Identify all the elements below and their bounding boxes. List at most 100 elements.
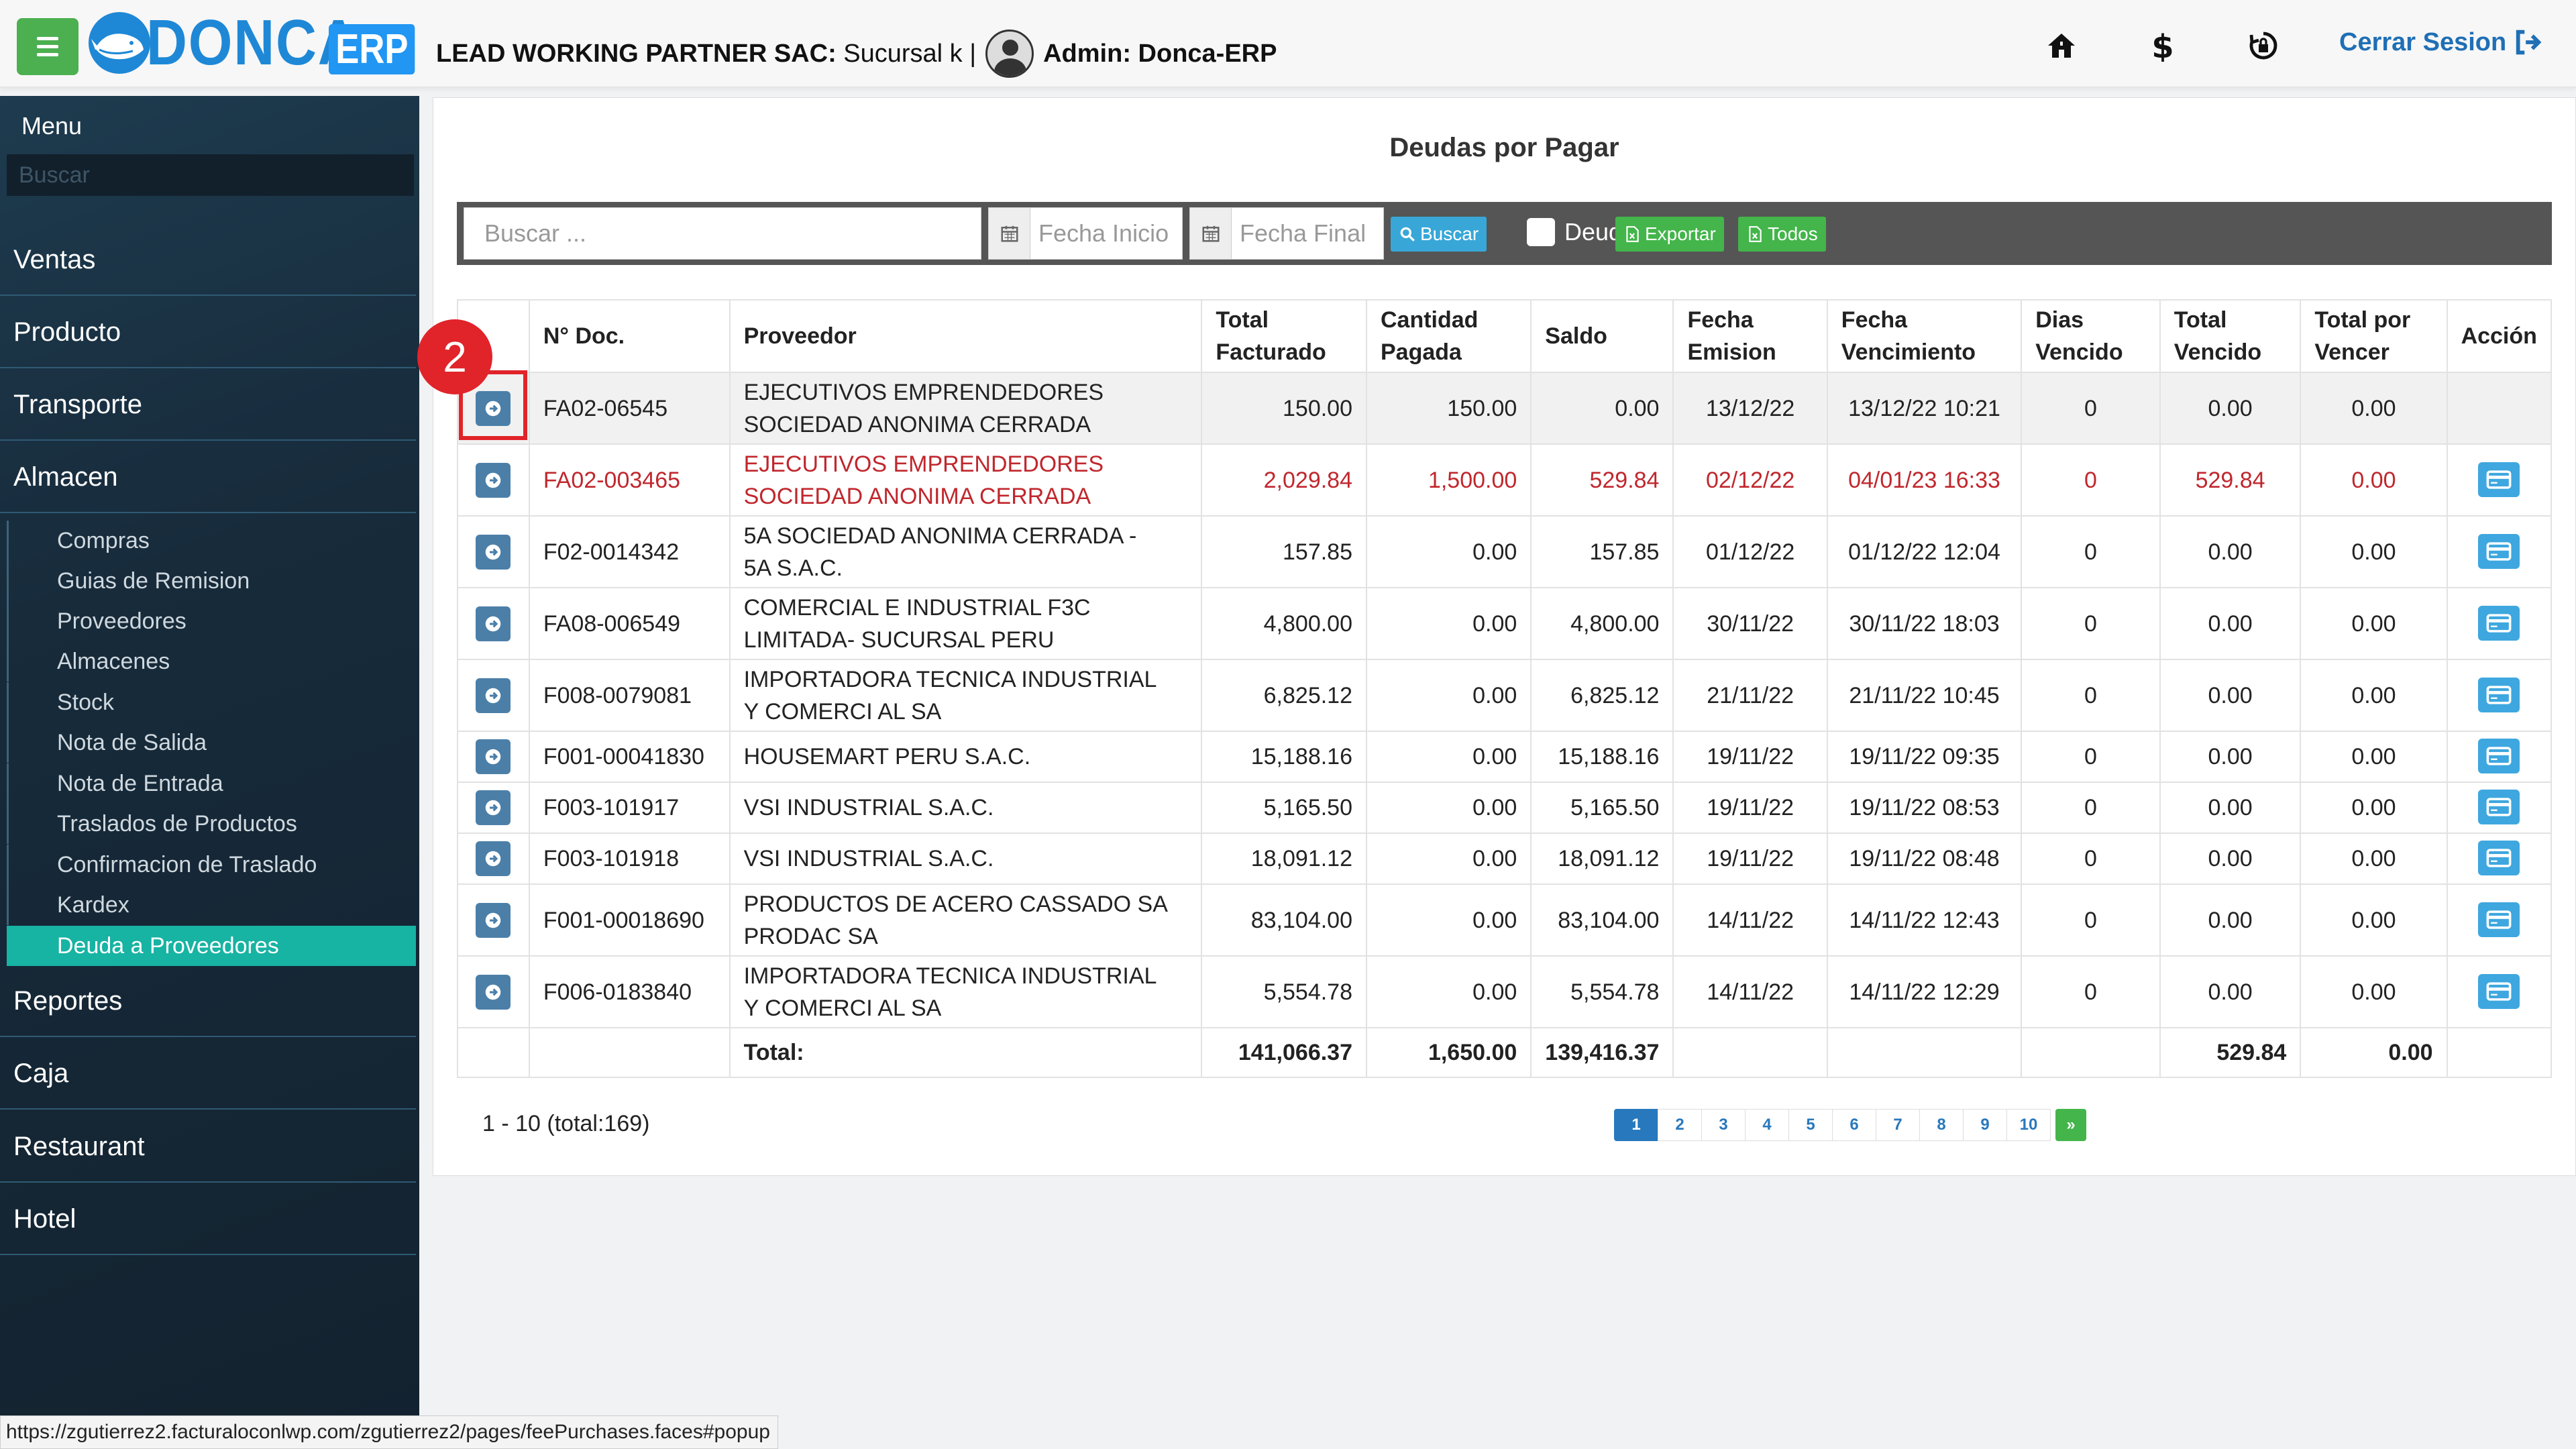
- row-detail-button[interactable]: [476, 739, 511, 774]
- proveedor-line-2: Y COMERCI AL SA: [743, 698, 942, 724]
- sidebar-item-reportes[interactable]: Reportes: [0, 966, 416, 1037]
- hamburger-menu-button[interactable]: [17, 18, 78, 75]
- arrow-right-circle-icon: [486, 800, 501, 816]
- sidebar-item-ventas[interactable]: Ventas: [0, 225, 416, 296]
- row-detail-button[interactable]: [476, 790, 511, 825]
- proveedor-line-2: 5A S.A.C.: [743, 555, 843, 581]
- col-header-saldo[interactable]: Saldo: [1530, 299, 1674, 373]
- row-detail-button[interactable]: [476, 974, 511, 1010]
- whale-logo-icon: [89, 12, 150, 74]
- lock-rotate-icon[interactable]: [2245, 27, 2282, 64]
- totals-row: Total: 141,066.37 1,650.00 139,416.37 52…: [457, 1027, 2553, 1078]
- page-3-button[interactable]: 3: [1701, 1109, 1746, 1141]
- search-button[interactable]: Buscar: [1391, 217, 1487, 252]
- page-2-button[interactable]: 2: [1658, 1109, 1702, 1141]
- sidebar-sub-confirmacion[interactable]: Confirmacion de Traslado: [7, 845, 416, 885]
- all-button[interactable]: Todos: [1738, 217, 1826, 252]
- page-9-button[interactable]: 9: [1963, 1109, 2007, 1141]
- row-detail-button[interactable]: [476, 841, 511, 876]
- logout-button[interactable]: Cerrar Sesion: [2339, 27, 2544, 58]
- arrow-right-circle-icon: [486, 544, 501, 559]
- pay-button[interactable]: [2478, 902, 2520, 937]
- pay-button[interactable]: [2478, 790, 2520, 824]
- sidebar-sub-compras[interactable]: Compras: [7, 521, 416, 561]
- col-header-total-vencido[interactable]: Total Vencido: [2159, 299, 2302, 373]
- totals-label: Total:: [729, 1027, 1203, 1078]
- page-8-button[interactable]: 8: [1919, 1109, 1964, 1141]
- cell-fecha-emision: 01/12/22: [1672, 515, 1828, 588]
- row-detail-button[interactable]: [476, 902, 511, 938]
- credit-card-icon: [2486, 747, 2512, 765]
- total-por-vencer: 0.00: [2300, 1027, 2448, 1078]
- pay-button[interactable]: [2478, 462, 2520, 497]
- row-detail-button[interactable]: [476, 462, 511, 498]
- brand-name: DONCA: [146, 7, 360, 78]
- sidebar-item-transporte[interactable]: Transporte: [0, 370, 416, 441]
- row-detail-button[interactable]: [476, 534, 511, 570]
- cell-cantidad-pagada: 1,500.00: [1365, 443, 1532, 517]
- col-header-doc[interactable]: N° Doc.: [528, 299, 731, 373]
- search-input[interactable]: Buscar ...: [464, 207, 981, 260]
- row-detail-button[interactable]: [476, 678, 511, 713]
- sidebar-sub-nota-entrada[interactable]: Nota de Entrada: [7, 763, 416, 804]
- arrow-right-circle-icon: [486, 472, 501, 488]
- pay-button[interactable]: [2478, 841, 2520, 875]
- col-header-fecha-vencimiento[interactable]: Fecha Vencimiento: [1826, 299, 2023, 373]
- brand-logo[interactable]: DONCA ERP: [86, 5, 415, 80]
- checkbox-box[interactable]: [1527, 218, 1555, 246]
- col-header-total-facturado[interactable]: Total Facturado: [1201, 299, 1367, 373]
- pay-button[interactable]: [2478, 533, 2520, 569]
- cell-total-por-vencer: 0.00: [2300, 515, 2448, 588]
- row-detail-button[interactable]: [476, 606, 511, 641]
- cell-total-facturado: 2,029.84: [1201, 443, 1367, 517]
- sidebar-sub-nota-salida[interactable]: Nota de Salida: [7, 722, 416, 763]
- col-header-fecha-emision[interactable]: Fecha Emision: [1672, 299, 1828, 373]
- date-start-field[interactable]: Fecha Inicio: [988, 207, 1183, 260]
- sidebar-sub-almacenes[interactable]: Almacenes: [7, 641, 416, 682]
- cell-doc: F008-0079081: [528, 659, 731, 732]
- cell-total-por-vencer: 0.00: [2300, 659, 2448, 732]
- proveedor-line-1: EJECUTIVOS EMPRENDEDORES: [743, 379, 1104, 405]
- pay-button[interactable]: [2478, 739, 2520, 773]
- sidebar-sub-kardex[interactable]: Kardex: [7, 885, 416, 925]
- pay-button[interactable]: [2478, 605, 2520, 641]
- page-10-button[interactable]: 10: [2006, 1109, 2051, 1141]
- pay-button[interactable]: [2478, 677, 2520, 712]
- sidebar-item-restaurant[interactable]: Restaurant: [0, 1112, 416, 1183]
- proveedor-line-1: IMPORTADORA TECNICA INDUSTRIAL: [743, 666, 1157, 692]
- sidebar-sub-traslados[interactable]: Traslados de Productos: [7, 804, 416, 844]
- next-page-button[interactable]: »: [2055, 1109, 2086, 1141]
- sidebar-sub-proveedores[interactable]: Proveedores: [7, 601, 416, 641]
- sidebar-sub-deuda-proveedores[interactable]: Deuda a Proveedores: [7, 926, 416, 966]
- page-5-button[interactable]: 5: [1788, 1109, 1833, 1141]
- page-1-button[interactable]: 1: [1614, 1109, 1658, 1141]
- total-saldo: 139,416.37: [1530, 1027, 1674, 1078]
- cell-fecha-emision: 13/12/22: [1672, 372, 1828, 445]
- col-header-total-por-vencer[interactable]: Total por Vencer: [2300, 299, 2448, 373]
- sidebar-item-hotel[interactable]: Hotel: [0, 1184, 416, 1255]
- export-button[interactable]: Exportar: [1615, 217, 1724, 252]
- credit-card-icon: [2486, 685, 2512, 704]
- dollar-icon[interactable]: $: [2144, 27, 2182, 64]
- page-title: Deudas por Pagar: [1389, 133, 1619, 162]
- avatar[interactable]: [985, 30, 1034, 78]
- pay-button[interactable]: [2478, 973, 2520, 1009]
- sidebar-search-input[interactable]: [7, 154, 414, 196]
- sidebar-sub-guias[interactable]: Guias de Remision: [7, 561, 416, 601]
- home-icon[interactable]: [2043, 27, 2080, 64]
- sidebar-sub-stock[interactable]: Stock: [7, 682, 416, 722]
- col-header-cantidad-pagada[interactable]: Cantidad Pagada: [1365, 299, 1532, 373]
- sidebar-item-almacen[interactable]: Almacen: [0, 442, 416, 513]
- page-7-button[interactable]: 7: [1876, 1109, 1920, 1141]
- page-6-button[interactable]: 6: [1832, 1109, 1876, 1141]
- calendar-icon: [1190, 208, 1232, 259]
- date-end-field[interactable]: Fecha Final: [1189, 207, 1384, 260]
- cell-cantidad-pagada: 0.00: [1365, 955, 1532, 1028]
- sidebar-item-producto[interactable]: Producto: [0, 297, 416, 368]
- excel-icon: [1749, 226, 1762, 242]
- page-4-button[interactable]: 4: [1745, 1109, 1789, 1141]
- sidebar-item-caja[interactable]: Caja: [0, 1038, 416, 1110]
- col-header-dias-vencido[interactable]: Dias Vencido: [2021, 299, 2161, 373]
- cell-saldo: 4,800.00: [1530, 587, 1674, 660]
- col-header-proveedor[interactable]: Proveedor: [729, 299, 1203, 373]
